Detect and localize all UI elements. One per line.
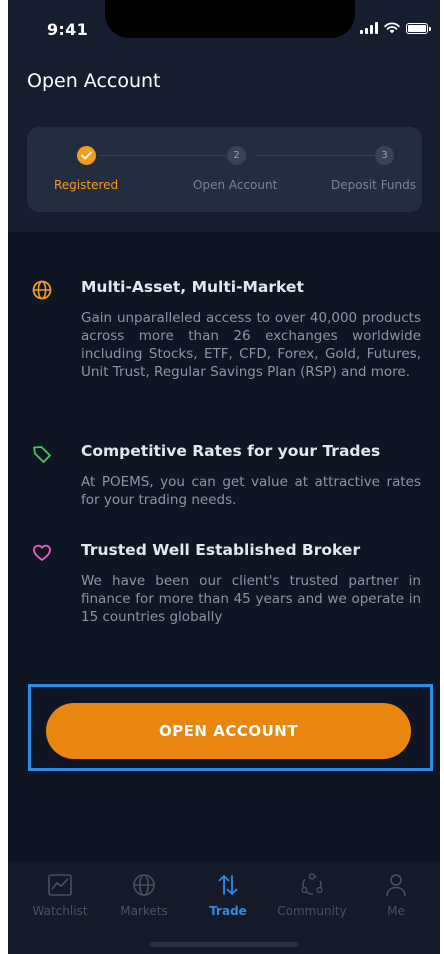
battery-icon bbox=[406, 22, 431, 34]
step-3-dot: 3 bbox=[375, 146, 394, 165]
community-icon bbox=[301, 873, 323, 895]
tab-label: Watchlist bbox=[32, 904, 88, 918]
tab-me[interactable]: Me bbox=[353, 872, 439, 932]
tab-markets[interactable]: Markets bbox=[101, 872, 187, 932]
tag-icon bbox=[33, 446, 51, 463]
step-label-open-account: Open Account bbox=[193, 178, 278, 192]
tab-label: Trade bbox=[209, 904, 247, 918]
globe-icon bbox=[133, 874, 155, 896]
home-indicator bbox=[150, 942, 298, 947]
feature-description: Gain unparalleled access to over 40,000 … bbox=[81, 310, 421, 380]
tab-label: Markets bbox=[120, 904, 168, 918]
arrows-up-down-icon bbox=[218, 875, 238, 895]
signal-icon bbox=[360, 22, 378, 34]
feature-description: At POEMS, you can get value at attractiv… bbox=[81, 474, 421, 508]
step-label-registered: Registered bbox=[54, 178, 119, 192]
bottom-tab-bar: Watchlist Markets Trade Community Me bbox=[8, 862, 440, 954]
chart-icon bbox=[48, 874, 72, 896]
status-bar: 9:41 bbox=[8, 0, 440, 60]
tab-watchlist[interactable]: Watchlist bbox=[17, 872, 103, 932]
step-2-dot: 2 bbox=[227, 146, 246, 165]
notch bbox=[105, 0, 355, 38]
status-icons bbox=[360, 22, 431, 34]
open-account-button[interactable]: OPEN ACCOUNT bbox=[46, 703, 411, 759]
tab-community[interactable]: Community bbox=[269, 872, 355, 932]
app-screen: 9:41 Open Account 2 3 Registered Open Ac… bbox=[8, 0, 440, 954]
step-connector bbox=[255, 155, 383, 156]
tab-label: Community bbox=[277, 904, 347, 918]
feature-description: We have been our client's trusted partne… bbox=[81, 573, 421, 625]
step-1-check-icon bbox=[77, 146, 96, 165]
person-icon bbox=[386, 874, 406, 897]
progress-stepper: 2 3 Registered Open Account Deposit Fund… bbox=[27, 127, 422, 212]
wifi-icon bbox=[384, 22, 400, 34]
globe-icon bbox=[32, 280, 52, 300]
step-label-deposit-funds: Deposit Funds bbox=[331, 178, 417, 192]
heart-icon bbox=[33, 544, 51, 561]
feature-title: Trusted Well Established Broker bbox=[81, 541, 361, 559]
step-connector bbox=[99, 155, 235, 156]
page-title: Open Account bbox=[27, 70, 161, 92]
feature-title: Multi-Asset, Multi-Market bbox=[81, 278, 304, 296]
tab-label: Me bbox=[387, 904, 405, 918]
tab-trade[interactable]: Trade bbox=[185, 872, 271, 932]
feature-title: Competitive Rates for your Trades bbox=[81, 442, 381, 460]
status-time: 9:41 bbox=[47, 20, 88, 39]
